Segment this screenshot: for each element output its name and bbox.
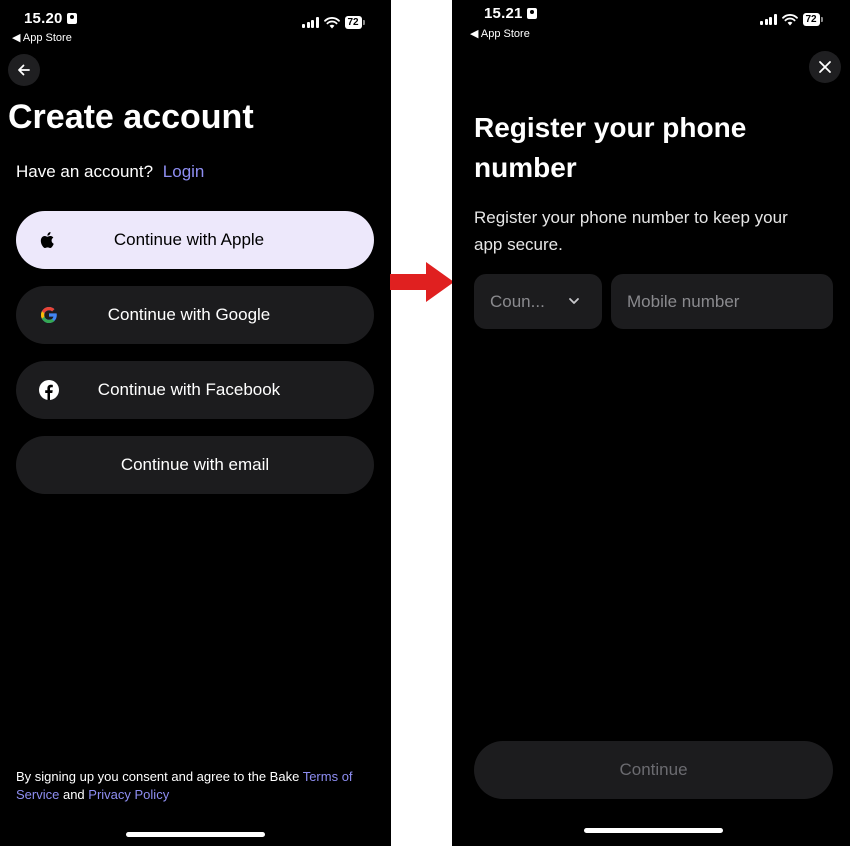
apple-icon bbox=[38, 230, 58, 250]
mobile-number-input[interactable]: Mobile number bbox=[611, 274, 833, 329]
continue-button[interactable]: Continue bbox=[474, 741, 833, 799]
email-button-label: Continue with email bbox=[120, 455, 270, 474]
status-time: 15.21 bbox=[484, 5, 537, 22]
wifi-icon bbox=[781, 13, 798, 25]
back-to-app-store-link[interactable]: ◀ App Store bbox=[470, 27, 530, 40]
page-title: Register your phone number bbox=[474, 112, 747, 183]
signal-icon bbox=[302, 17, 319, 28]
battery-icon: 72 bbox=[344, 16, 365, 29]
person-icon bbox=[526, 8, 537, 19]
continue-with-apple-button[interactable]: Continue with Apple bbox=[16, 211, 374, 269]
login-link[interactable]: Login bbox=[163, 162, 205, 181]
close-icon bbox=[819, 61, 831, 73]
home-indicator bbox=[584, 828, 723, 833]
continue-with-email-button[interactable]: Continue with email bbox=[16, 436, 374, 494]
status-time: 15.20 bbox=[24, 10, 77, 27]
page-description: Register your phone number to keep your … bbox=[474, 208, 788, 254]
apple-button-label: Continue with Apple bbox=[113, 230, 265, 249]
facebook-icon bbox=[39, 380, 59, 400]
home-indicator bbox=[126, 832, 265, 837]
arrow-left-icon bbox=[18, 64, 30, 76]
battery-icon: 72 bbox=[802, 13, 823, 26]
status-icons: 72 bbox=[760, 13, 823, 26]
continue-with-facebook-button[interactable]: Continue with Facebook bbox=[16, 361, 374, 419]
create-account-screen: 15.20 ◀ App Store 72 Create account Have… bbox=[0, 0, 391, 846]
facebook-button-label: Continue with Facebook bbox=[97, 380, 281, 399]
page-title: Create account bbox=[8, 98, 254, 136]
chevron-down-icon bbox=[569, 298, 579, 304]
signal-icon bbox=[760, 14, 777, 25]
continue-with-google-button[interactable]: Continue with Google bbox=[16, 286, 374, 344]
register-phone-screen: 15.21 ◀ App Store 72 Register your phone… bbox=[452, 0, 850, 846]
wifi-icon bbox=[323, 16, 340, 28]
have-account-row: Have an account? Login bbox=[16, 162, 204, 182]
close-button[interactable] bbox=[809, 51, 841, 83]
privacy-policy-link[interactable]: Privacy Policy bbox=[88, 787, 169, 802]
have-account-text: Have an account? bbox=[16, 162, 154, 181]
status-icons: 72 bbox=[302, 16, 365, 29]
transition-arrow-icon bbox=[390, 262, 454, 302]
google-icon bbox=[39, 305, 59, 325]
person-icon bbox=[66, 13, 77, 24]
country-select-placeholder: Coun... bbox=[490, 291, 545, 311]
country-select[interactable]: Coun... bbox=[474, 274, 602, 329]
google-button-label: Continue with Google bbox=[107, 305, 271, 324]
legal-text: By signing up you consent and agree to t… bbox=[16, 769, 353, 802]
mobile-number-placeholder: Mobile number bbox=[627, 291, 740, 311]
back-button[interactable] bbox=[8, 54, 40, 86]
back-to-app-store-link[interactable]: ◀ App Store bbox=[12, 31, 72, 44]
